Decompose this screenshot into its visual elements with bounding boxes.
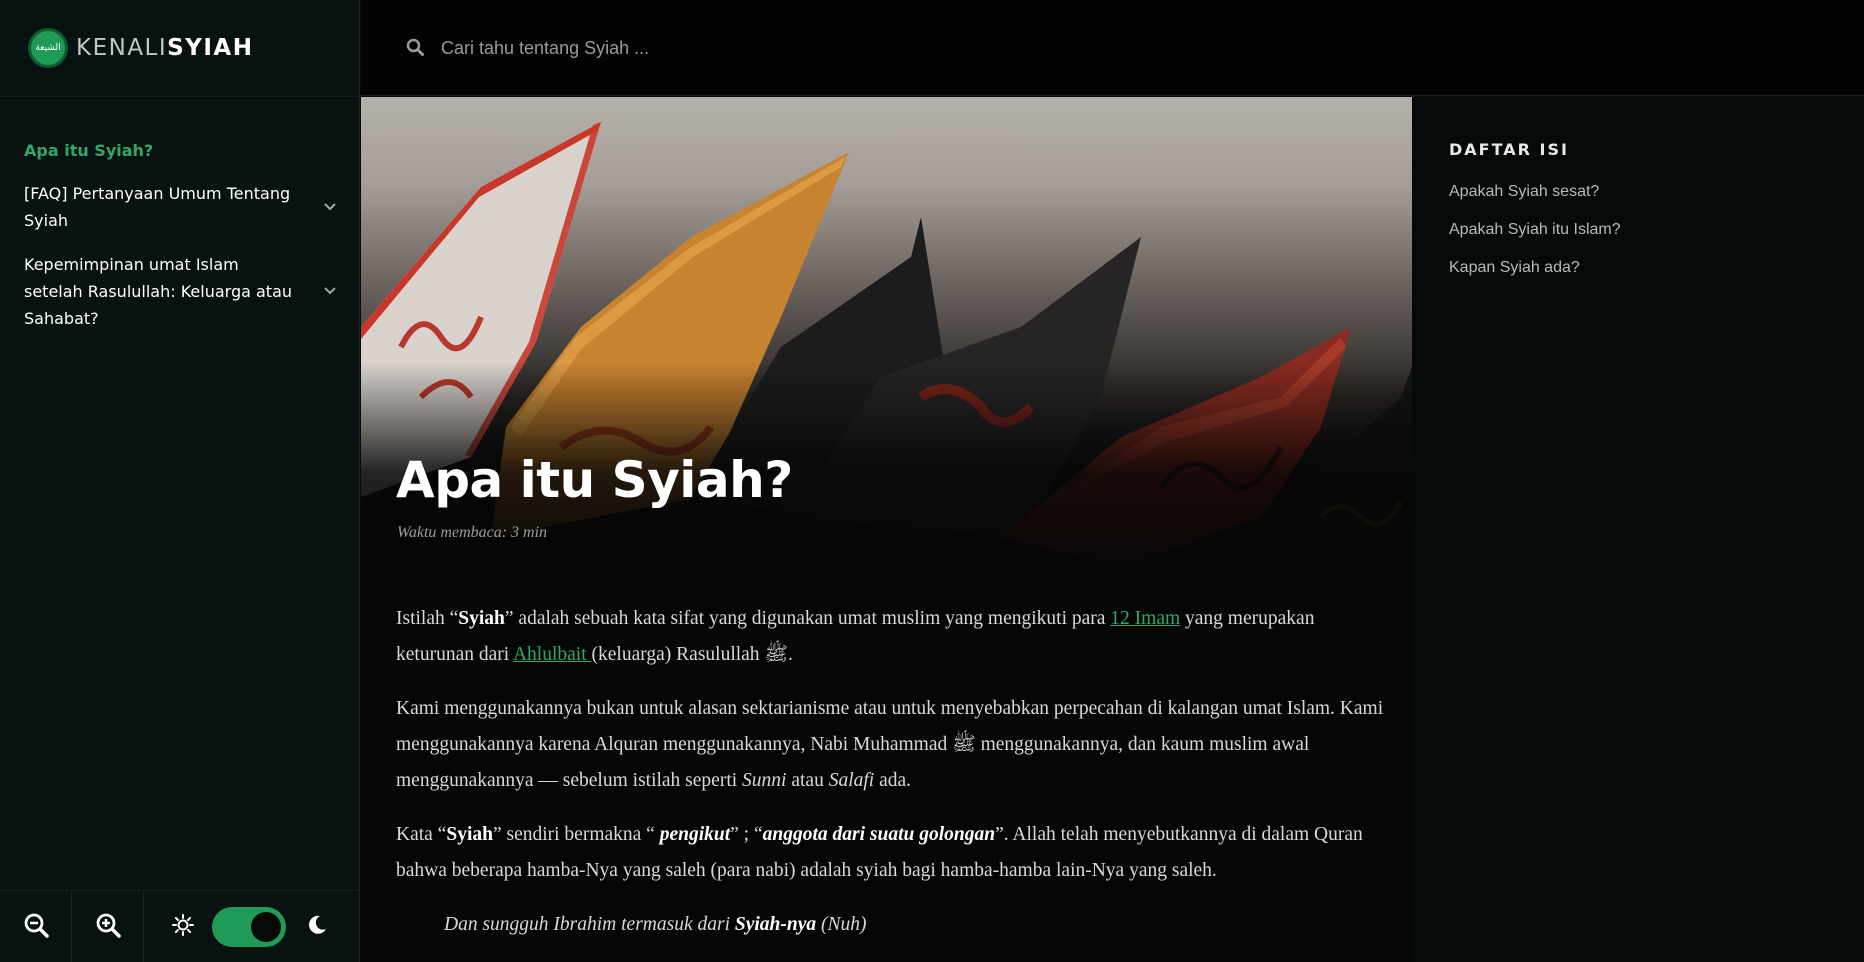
zoom-in-icon bbox=[95, 912, 121, 942]
bold-term: Syiah bbox=[446, 824, 493, 845]
moon-icon[interactable] bbox=[306, 914, 328, 940]
zoom-out-icon bbox=[23, 912, 49, 942]
text-span: Kata “ bbox=[396, 824, 447, 845]
hero-banner: Apa itu Syiah? Waktu membaca: 3 min bbox=[361, 97, 1412, 579]
sidebar: الشيعة KENALISYIAH Apa itu Syiah? [FAQ] … bbox=[0, 0, 360, 962]
sidebar-item-label: Kepemimpinan umat Islam setelah Rasulull… bbox=[24, 255, 293, 328]
sidebar-item-apa-itu-syiah[interactable]: Apa itu Syiah? bbox=[24, 137, 340, 164]
logo-text-light: KENALI bbox=[76, 35, 168, 61]
article-paragraph: Kami menggunakannya bukan untuk alasan s… bbox=[396, 691, 1386, 799]
article-body: Istilah “Syiah” adalah sebuah kata sifat… bbox=[396, 601, 1386, 943]
toc-title: DAFTAR ISI bbox=[1449, 140, 1569, 159]
zoom-in-button[interactable] bbox=[72, 890, 144, 962]
bold-term: Syiah-nya bbox=[734, 914, 817, 935]
reading-time: Waktu membaca: 3 min bbox=[397, 524, 548, 541]
link-12-imam[interactable]: 12 Imam bbox=[1110, 608, 1180, 629]
toggle-knob bbox=[251, 911, 281, 942]
quran-quote: Dan sungguh Ibrahim termasuk dari Syiah-… bbox=[444, 907, 1386, 943]
dark-mode-toggle[interactable] bbox=[212, 906, 286, 947]
sidebar-item-faq[interactable]: [FAQ] Pertanyaan Umum Tentang Syiah bbox=[24, 180, 340, 234]
link-ahlulbait[interactable]: Ahlulbait bbox=[513, 644, 592, 665]
search-icon bbox=[406, 38, 424, 60]
text-span: (Nuh) bbox=[816, 914, 867, 935]
article-paragraph: Istilah “Syiah” adalah sebuah kata sifat… bbox=[396, 601, 1386, 673]
page-title: Apa itu Syiah? bbox=[396, 451, 793, 509]
text-span: (keluarga) Rasulullah ﷺ. bbox=[591, 644, 793, 665]
logo-text: KENALISYIAH bbox=[76, 35, 253, 61]
sun-icon[interactable] bbox=[172, 913, 194, 940]
text-span: ” adalah sebuah kata sifat yang digunaka… bbox=[504, 608, 1111, 629]
bold-italic-term: pengikut bbox=[659, 824, 731, 845]
toc-item[interactable]: Kapan Syiah ada? bbox=[1449, 257, 1829, 279]
chevron-down-icon[interactable] bbox=[320, 194, 340, 221]
toc-item[interactable]: Apakah Syiah sesat? bbox=[1449, 181, 1829, 203]
sidebar-item-kepemimpinan[interactable]: Kepemimpinan umat Islam setelah Rasulull… bbox=[24, 251, 340, 332]
italic-term: Sunni bbox=[742, 770, 787, 791]
text-span: atau bbox=[786, 770, 829, 791]
toc-item[interactable]: Apakah Syiah itu Islam? bbox=[1449, 219, 1829, 241]
text-span: Istilah “ bbox=[396, 608, 459, 629]
sidebar-nav: Apa itu Syiah? [FAQ] Pertanyaan Umum Ten… bbox=[24, 137, 340, 349]
logo-text-bold: SYIAH bbox=[167, 35, 254, 61]
text-span: ada. bbox=[874, 770, 912, 791]
bold-term: Syiah bbox=[458, 608, 505, 629]
text-span: ” sendiri bermakna “ bbox=[492, 824, 660, 845]
article-main: Apa itu Syiah? Waktu membaca: 3 min Isti… bbox=[361, 97, 1412, 962]
bottom-toolbar bbox=[0, 890, 360, 962]
top-bar bbox=[361, 0, 1864, 96]
theme-switcher bbox=[144, 906, 328, 947]
text-span: ” ; “ bbox=[730, 824, 763, 845]
logo-badge-icon: الشيعة bbox=[28, 28, 68, 68]
bold-italic-term: anggota dari suatu golongan bbox=[762, 824, 996, 845]
chevron-down-icon[interactable] bbox=[320, 278, 340, 305]
sidebar-item-label: Apa itu Syiah? bbox=[24, 141, 154, 160]
text-span: Dan sungguh Ibrahim termasuk dari bbox=[444, 914, 735, 935]
search-input[interactable] bbox=[441, 28, 1041, 68]
sidebar-item-label: [FAQ] Pertanyaan Umum Tentang Syiah bbox=[24, 184, 291, 230]
article-paragraph: Kata “Syiah” sendiri bermakna “ pengikut… bbox=[396, 817, 1386, 889]
sidebar-divider bbox=[0, 96, 360, 97]
site-logo[interactable]: الشيعة KENALISYIAH bbox=[28, 28, 253, 68]
italic-term: Salafi bbox=[828, 770, 875, 791]
zoom-out-button[interactable] bbox=[0, 890, 72, 962]
table-of-contents: DAFTAR ISI Apakah Syiah sesat? Apakah Sy… bbox=[1449, 140, 1829, 295]
